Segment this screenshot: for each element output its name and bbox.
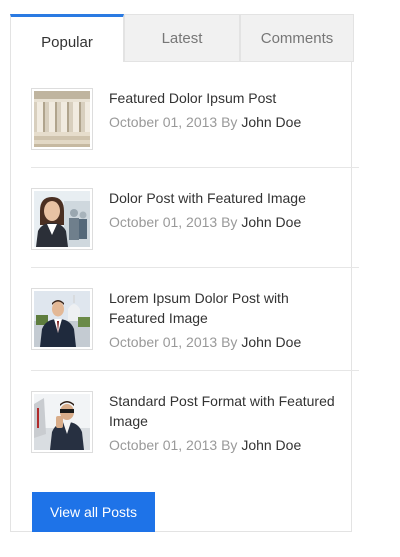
post-date: October 01, 2013	[109, 214, 218, 230]
post-author-link[interactable]: John Doe	[241, 334, 301, 350]
tab-comments[interactable]: Comments	[240, 14, 354, 62]
post-author-link[interactable]: John Doe	[241, 114, 301, 130]
post-date: October 01, 2013	[109, 334, 218, 350]
post-thumbnail[interactable]	[31, 288, 93, 350]
post-title[interactable]: Standard Post Format with Featured Image	[109, 391, 345, 431]
post-date: October 01, 2013	[109, 437, 218, 453]
tabbed-posts-widget: Popular Latest Comments Featured Dolor I…	[10, 14, 359, 532]
post-meta: October 01, 2013 By John Doe	[109, 435, 301, 455]
post-date: October 01, 2013	[109, 114, 218, 130]
businesswoman-photo	[34, 191, 90, 247]
post-thumbnail[interactable]	[31, 188, 93, 250]
post-author-link[interactable]: John Doe	[241, 437, 301, 453]
divider	[31, 167, 359, 168]
post-meta: October 01, 2013 By John Doe	[109, 332, 301, 352]
post-thumbnail[interactable]	[31, 391, 93, 453]
tab-bar: Popular Latest Comments	[10, 14, 354, 64]
tab-panel-popular: Featured Dolor Ipsum Post October 01, 20…	[10, 62, 359, 532]
view-all-posts-button[interactable]: View all Posts	[32, 492, 155, 532]
post-meta: October 01, 2013 By John Doe	[109, 212, 301, 232]
post-by: By	[221, 334, 238, 350]
post-by: By	[221, 437, 238, 453]
post-title[interactable]: Featured Dolor Ipsum Post	[109, 88, 345, 108]
divider	[31, 267, 359, 268]
post-by: By	[221, 214, 238, 230]
post-meta: October 01, 2013 By John Doe	[109, 112, 301, 132]
post-title[interactable]: Lorem Ipsum Dolor Post with Featured Ima…	[109, 288, 345, 328]
tab-popular[interactable]: Popular	[10, 14, 124, 64]
columns-photo	[34, 91, 90, 147]
post-thumbnail[interactable]	[31, 88, 93, 150]
post-by: By	[221, 114, 238, 130]
post-title[interactable]: Dolor Post with Featured Image	[109, 188, 345, 208]
tab-latest[interactable]: Latest	[124, 14, 240, 62]
divider	[31, 370, 359, 371]
post-author-link[interactable]: John Doe	[241, 214, 301, 230]
man-phone-photo	[34, 394, 90, 450]
businessman-capitol-photo	[34, 291, 90, 347]
